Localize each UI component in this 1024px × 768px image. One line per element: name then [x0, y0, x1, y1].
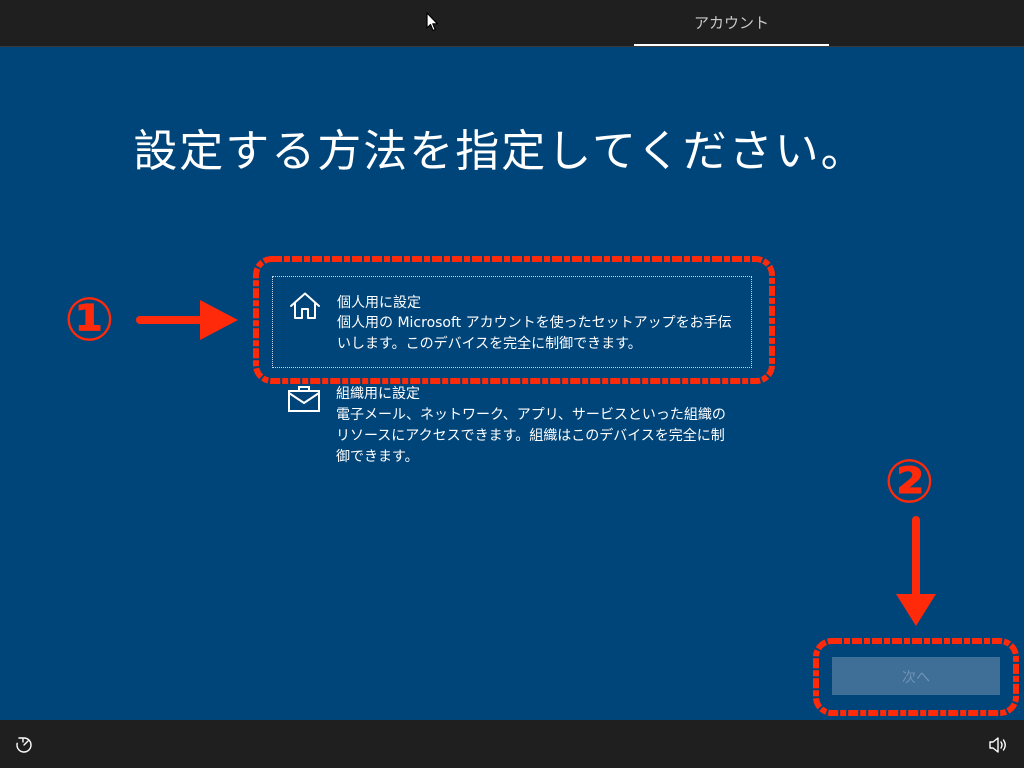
annotation-step-2: ② [884, 447, 935, 517]
ease-of-access-icon[interactable] [14, 735, 34, 755]
annotation-step-1: ① [64, 285, 115, 355]
briefcase-icon [288, 386, 320, 412]
option-personal-title: 個人用に設定 [337, 295, 421, 311]
option-personal-description: 個人用の Microsoft アカウントを使ったセットアップをお手伝いします。こ… [337, 315, 732, 352]
tab-account[interactable]: アカウント [634, 0, 829, 46]
annotation-arrow-down [896, 516, 936, 626]
home-icon [290, 292, 320, 319]
oobe-screen: アカウント 設定する方法を指定してください。 個人用に設定 個人用の Micro… [0, 0, 1024, 768]
option-organization-description: 電子メール、ネットワーク、アプリ、サービスといった組織のリソースにアクセスできま… [336, 407, 726, 465]
page-title: 設定する方法を指定してください。 [133, 126, 867, 177]
volume-icon[interactable] [988, 735, 1008, 755]
mouse-cursor-icon [426, 12, 439, 32]
option-personal[interactable]: 個人用に設定 個人用の Microsoft アカウントを使ったセットアップをお手… [272, 276, 752, 368]
option-organization[interactable]: 組織用に設定 電子メール、ネットワーク、アプリ、サービスといった組織のリソースに… [272, 378, 752, 470]
annotation-arrow-right [136, 300, 238, 340]
top-bar: アカウント [0, 0, 1024, 47]
tab-underline [634, 44, 829, 46]
bottom-bar [0, 720, 1024, 768]
next-button[interactable]: 次へ [832, 657, 1000, 695]
option-organization-title: 組織用に設定 [336, 386, 420, 402]
